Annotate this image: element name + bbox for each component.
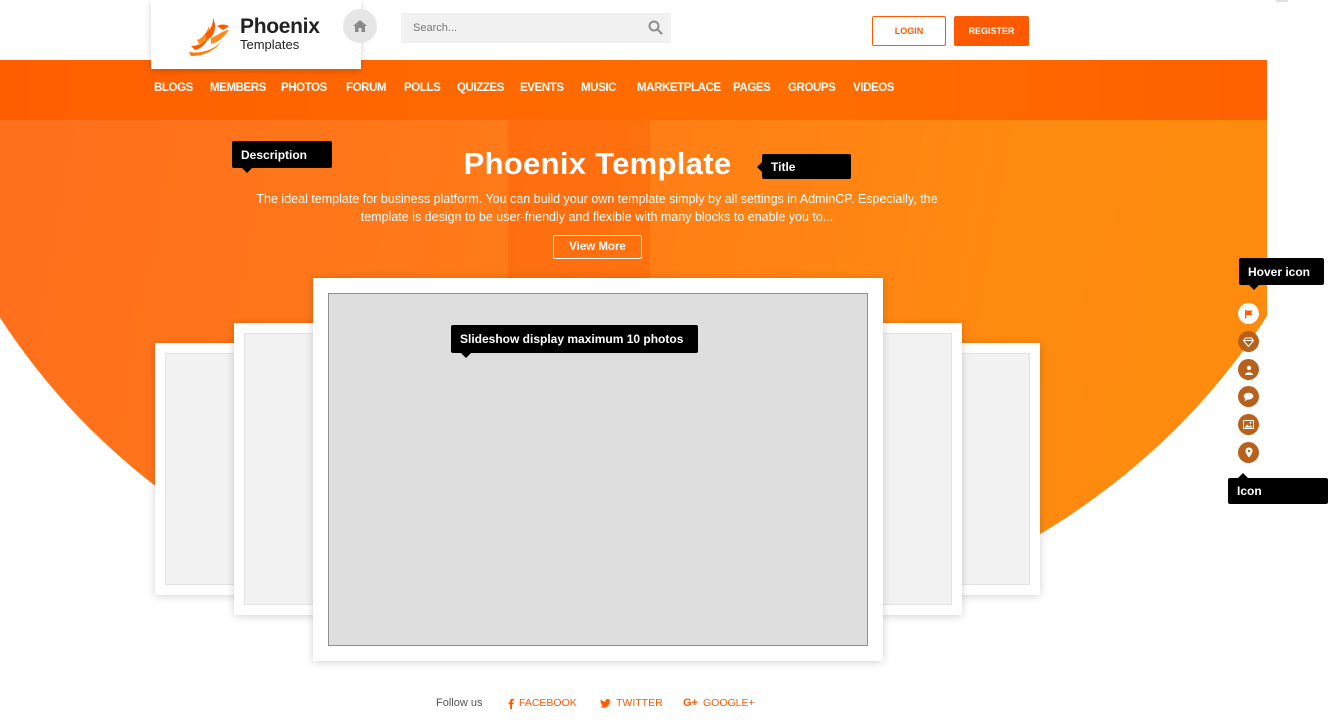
side-flag-button[interactable] [1238, 303, 1259, 324]
image-icon [1243, 420, 1254, 429]
tooltip-description: Description [232, 141, 332, 173]
side-image-button[interactable] [1238, 414, 1259, 435]
brand-name: Phoenix [240, 15, 320, 38]
register-button[interactable]: REGISTER [954, 16, 1029, 46]
hero-title: Phoenix Template [463, 146, 732, 181]
facebook-label: FACEBOOK [519, 697, 577, 709]
home-icon [353, 20, 367, 32]
side-user-button[interactable] [1238, 359, 1259, 380]
side-location-button[interactable] [1238, 442, 1259, 463]
map-pin-icon [1245, 447, 1252, 458]
brand-tagline: Templates [240, 37, 300, 52]
google-plus-label: GOOGLE+ [702, 697, 755, 709]
tooltip-title: Title [757, 154, 851, 179]
search-icon[interactable] [648, 20, 663, 35]
nav-item-forum[interactable]: FORUM [346, 82, 387, 94]
home-button[interactable] [343, 9, 377, 43]
nav-item-polls[interactable]: POLLS [404, 82, 441, 94]
nav-item-marketplace[interactable]: MARKETPLACE [637, 82, 721, 94]
logo[interactable]: Phoenix Templates [151, 0, 361, 69]
tooltip-hover-icon: Hover icon [1239, 258, 1324, 290]
side-diamond-button[interactable] [1238, 331, 1259, 352]
login-button[interactable]: LOGIN [872, 16, 946, 46]
nav-item-quizzes[interactable]: QUIZZES [457, 82, 504, 94]
corner-divider [1276, 0, 1288, 2]
twitter-label: TWITTER [616, 697, 663, 709]
diamond-icon [1243, 336, 1254, 347]
nav-item-events[interactable]: EVENTS [520, 82, 564, 94]
facebook-link[interactable]: FACEBOOK [508, 697, 577, 709]
hero-description-line-2: template is design to be user-friendly a… [360, 210, 834, 224]
nav-item-groups[interactable]: GROUPS [788, 82, 836, 94]
user-icon [1244, 365, 1253, 375]
nav-item-photos[interactable]: PHOTOS [281, 82, 327, 94]
nav-item-videos[interactable]: VIDEOS [853, 82, 894, 94]
phoenix-logo-icon [189, 18, 229, 56]
hero-description-line-1: The ideal template for business platform… [256, 192, 938, 206]
nav-item-pages[interactable]: PAGES [733, 82, 771, 94]
nav-item-music[interactable]: MUSIC [581, 82, 616, 94]
view-more-button[interactable]: View More [553, 235, 642, 259]
tooltip-icon: Icon [1228, 473, 1328, 504]
flag-icon [1244, 309, 1252, 318]
side-comment-button[interactable] [1238, 386, 1259, 407]
tooltip-slideshow: Slideshow display maximum 10 photos [451, 325, 698, 358]
comment-icon [1243, 392, 1254, 401]
google-plus-link[interactable]: G+ GOOGLE+ [683, 697, 755, 709]
google-plus-icon: G+ [683, 697, 698, 709]
nav-item-blogs[interactable]: BLOGS [154, 82, 193, 94]
search-bar [401, 13, 671, 43]
search-input[interactable] [401, 13, 641, 43]
nav-item-members[interactable]: MEMBERS [210, 82, 266, 94]
twitter-icon [600, 698, 611, 708]
twitter-link[interactable]: TWITTER [600, 697, 663, 709]
follow-us-label: Follow us [436, 697, 483, 709]
hero-description: The ideal template for business platform… [222, 190, 972, 226]
facebook-icon [508, 698, 514, 709]
